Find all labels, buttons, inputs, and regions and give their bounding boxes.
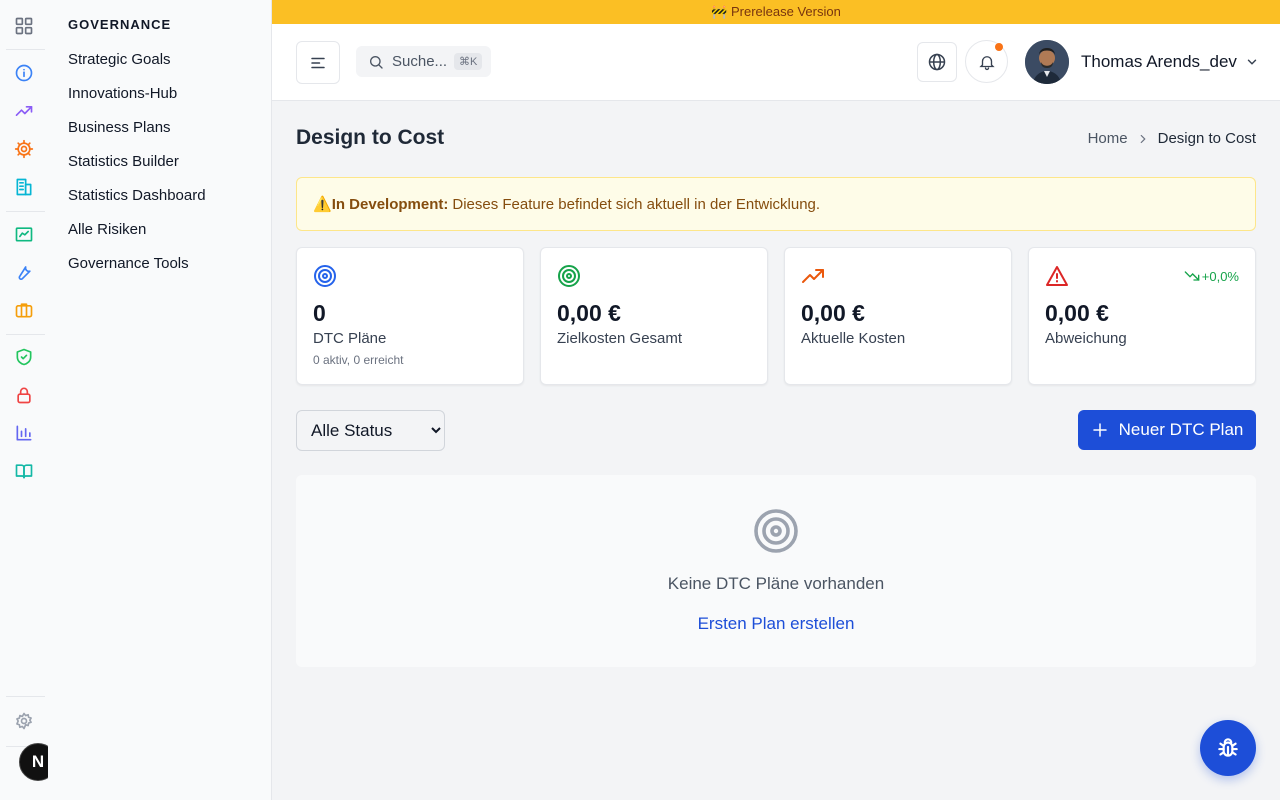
bar-chart-icon[interactable] xyxy=(12,421,36,445)
badge-letter: N xyxy=(31,752,45,771)
cog-icon[interactable] xyxy=(12,137,36,161)
stat-value: 0,00 € xyxy=(1045,300,1109,326)
book-open-icon[interactable] xyxy=(12,459,36,483)
user-menu[interactable]: Thomas Arends_dev xyxy=(1025,40,1259,84)
stat-card-current-costs: 0,00 € Aktuelle Kosten xyxy=(784,247,1012,385)
stat-label: Abweichung xyxy=(1045,330,1127,347)
target-icon xyxy=(752,507,800,555)
plus-icon xyxy=(1092,423,1107,437)
stat-value: 0,00 € xyxy=(557,300,621,326)
sidebar-item-governance-tools[interactable]: Governance Tools xyxy=(68,255,189,272)
target-icon xyxy=(313,264,337,288)
globe-icon xyxy=(928,53,946,71)
wrench-icon[interactable] xyxy=(12,260,36,284)
sidebar-item-statistics-dashboard[interactable]: Statistics Dashboard xyxy=(68,187,206,204)
settings-icon[interactable] xyxy=(12,709,36,733)
lock-icon[interactable] xyxy=(12,383,36,407)
stat-card-dtc-plans: 0 DTC Pläne 0 aktiv, 0 erreicht xyxy=(296,247,524,385)
chevron-right-icon xyxy=(1140,134,1146,143)
sidebar-item-innovations-hub[interactable]: Innovations-Hub xyxy=(68,85,177,102)
empty-state: Keine DTC Pläne vorhanden Ersten Plan er… xyxy=(296,475,1256,667)
stat-label: Aktuelle Kosten xyxy=(801,330,906,347)
briefcase-icon[interactable] xyxy=(12,298,36,322)
new-dtc-plan-button[interactable]: Neuer DTC Plan xyxy=(1078,410,1256,450)
warning-icon: ⚠️ xyxy=(313,196,332,213)
stat-value: 0,00 € xyxy=(801,300,865,326)
language-button[interactable] xyxy=(917,42,957,82)
rail-divider xyxy=(6,49,45,50)
create-first-plan-link[interactable]: Ersten Plan erstellen xyxy=(296,614,1256,634)
banner-strong: In Development: xyxy=(331,195,449,213)
trending-up-icon xyxy=(801,264,825,288)
top-header: Suche... ⌘K Thomas Arends_dev xyxy=(272,24,1280,101)
banner-text: Dieses Feature befindet sich aktuell in … xyxy=(452,195,821,213)
trend-indicator: +0,0% xyxy=(1184,268,1239,284)
sidebar-item-statistics-builder[interactable]: Statistics Builder xyxy=(68,153,179,170)
dashboard-icon[interactable] xyxy=(12,14,36,38)
sidebar-item-strategic-goals[interactable]: Strategic Goals xyxy=(68,51,171,68)
bell-icon xyxy=(978,55,995,70)
building-icon[interactable] xyxy=(12,175,36,199)
trending-down-icon xyxy=(1184,271,1200,281)
chart-box-icon[interactable] xyxy=(12,222,36,246)
search-input[interactable]: Suche... ⌘K xyxy=(356,46,491,77)
empty-state-text: Keine DTC Pläne vorhanden xyxy=(667,574,885,593)
search-shortcut: ⌘K xyxy=(454,53,483,70)
sidebar-item-alle-risiken[interactable]: Alle Risiken xyxy=(68,221,146,238)
prerelease-banner: 🚧 Prerelease Version xyxy=(272,0,1280,24)
icon-rail xyxy=(0,0,48,800)
chevron-down-icon xyxy=(1247,59,1257,65)
trend-value: +0,0% xyxy=(1201,268,1239,284)
stat-label: Zielkosten Gesamt xyxy=(557,330,683,347)
bug-report-button[interactable] xyxy=(1200,720,1256,776)
search-icon xyxy=(370,55,383,69)
sidebar-item-business-plans[interactable]: Business Plans xyxy=(68,119,171,136)
rail-divider xyxy=(6,334,45,335)
bug-icon xyxy=(1218,738,1238,757)
development-banner: ⚠️ In Development: Dieses Feature befind… xyxy=(296,177,1256,231)
governance-sidebar: GOVERNANCE Strategic Goals Innovations-H… xyxy=(48,0,272,800)
breadcrumb-current: Design to Cost xyxy=(1157,130,1256,147)
rail-divider xyxy=(6,696,45,697)
stat-label: DTC Pläne xyxy=(313,330,387,347)
target-icon xyxy=(557,264,581,288)
notifications-button[interactable] xyxy=(965,40,1008,83)
stat-card-target-costs: 0,00 € Zielkosten Gesamt xyxy=(540,247,768,385)
alert-triangle-icon xyxy=(1045,264,1069,288)
stat-sub: 0 aktiv, 0 erreicht xyxy=(313,353,404,367)
avatar xyxy=(1025,40,1069,84)
stat-value: 0 xyxy=(313,300,326,326)
rail-divider xyxy=(6,211,45,212)
sidebar-section-title: GOVERNANCE xyxy=(68,17,172,32)
breadcrumb-home[interactable]: Home xyxy=(1088,130,1128,147)
menu-toggle-button[interactable] xyxy=(296,41,340,84)
breadcrumb: Home Design to Cost xyxy=(1088,130,1256,147)
menu-icon xyxy=(311,57,325,68)
shield-check-icon[interactable] xyxy=(12,345,36,369)
info-icon[interactable] xyxy=(12,61,36,85)
page-title: Design to Cost xyxy=(296,126,445,149)
status-filter-select[interactable]: Alle Status xyxy=(296,410,445,451)
notification-dot xyxy=(995,43,1003,51)
user-name: Thomas Arends_dev xyxy=(1081,52,1237,71)
new-plan-label: Neuer DTC Plan xyxy=(1118,420,1244,439)
stat-card-deviation: +0,0% 0,00 € Abweichung xyxy=(1028,247,1256,385)
search-placeholder: Suche... xyxy=(392,53,448,70)
trending-up-icon[interactable] xyxy=(12,99,36,123)
